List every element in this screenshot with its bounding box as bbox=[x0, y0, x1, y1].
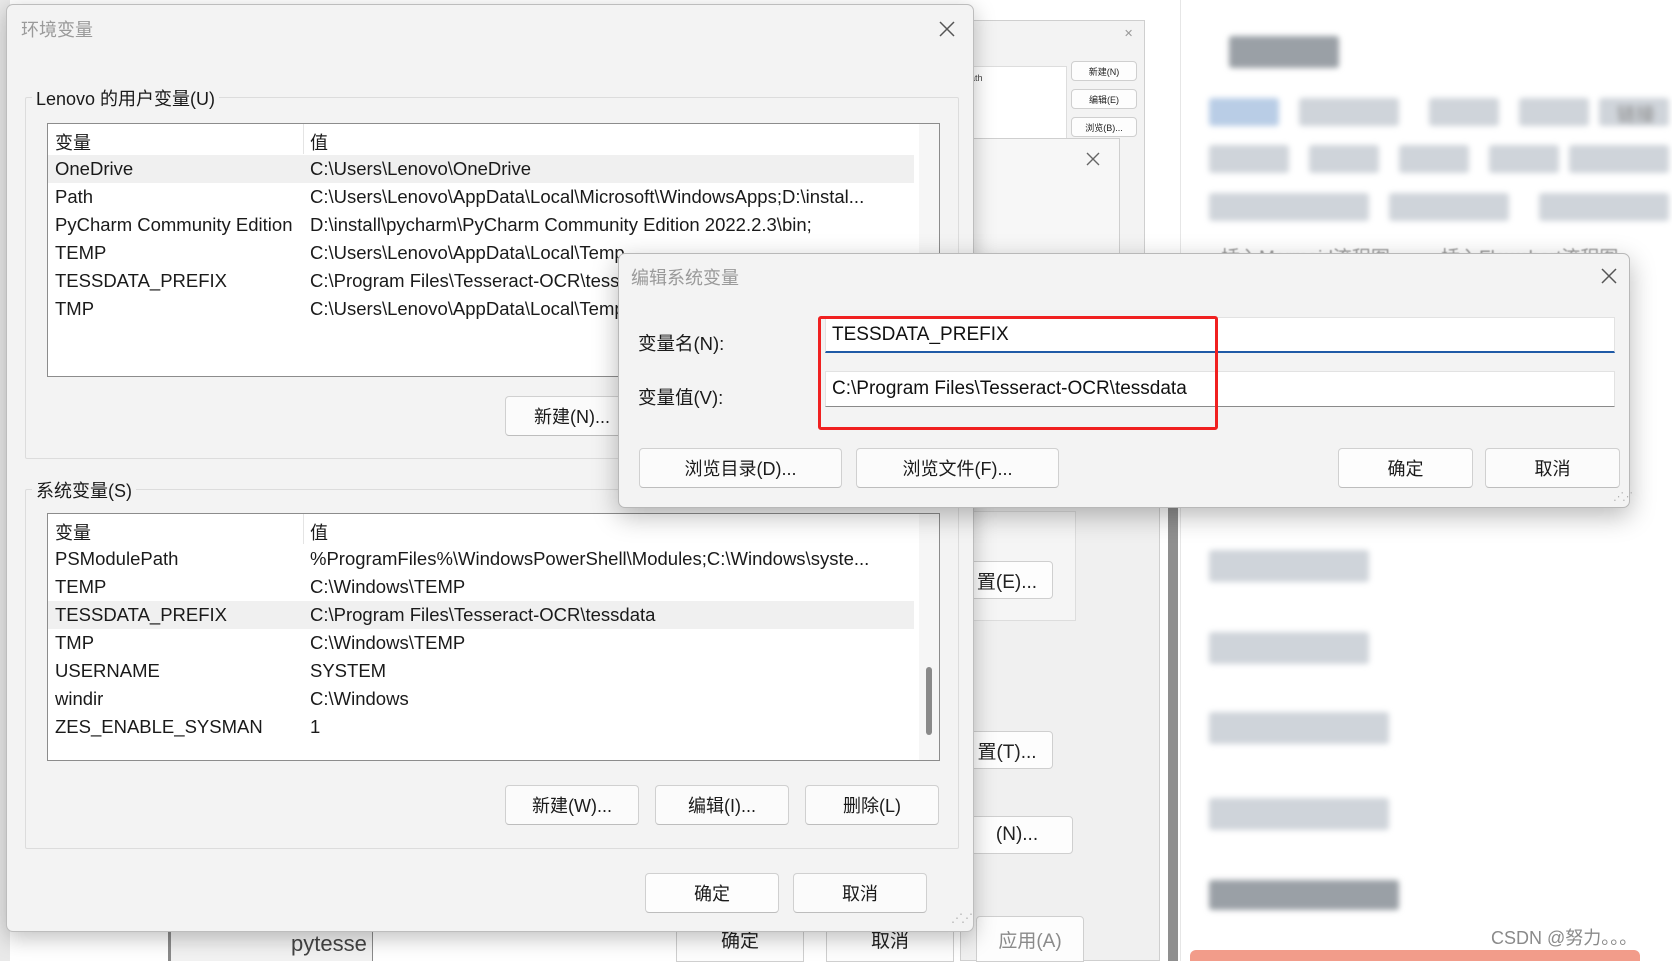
red-highlight-box bbox=[818, 316, 1218, 430]
column-header-value[interactable]: 值 bbox=[310, 129, 328, 155]
background-dialog-window bbox=[970, 138, 1120, 268]
background-system-properties-window: 置(E)... 置(T)... (N)... 确定 取消 应用(A) bbox=[676, 480, 1160, 962]
system-list-scrollbar[interactable] bbox=[919, 514, 939, 760]
system-new-button[interactable]: 新建(W)... bbox=[505, 785, 639, 825]
browse-directory-button[interactable]: 浏览目录(D)... bbox=[639, 448, 842, 488]
close-icon bbox=[1079, 145, 1107, 173]
system-delete-button[interactable]: 删除(L) bbox=[805, 785, 939, 825]
background-settings-button-env: 置(E)... bbox=[961, 561, 1053, 599]
system-variable-row-selected[interactable]: TESSDATA_PREFIX C:\Program Files\Tessera… bbox=[48, 601, 914, 629]
background-apply-button: 应用(A) bbox=[976, 916, 1084, 962]
background-red-bar bbox=[1190, 950, 1640, 961]
scrollbar-thumb[interactable] bbox=[926, 667, 932, 735]
edit-dialog-title: 编辑系统变量 bbox=[631, 268, 739, 288]
variable-name-label: 变量名(N): bbox=[638, 333, 725, 354]
variable-value-label: 变量值(V): bbox=[638, 387, 724, 408]
system-edit-button[interactable]: 编辑(I)... bbox=[655, 785, 789, 825]
resize-grip-icon[interactable]: ⋰⋰ bbox=[951, 911, 973, 925]
browse-file-button[interactable]: 浏览文件(F)... bbox=[856, 448, 1059, 488]
cancel-button[interactable]: 取消 bbox=[793, 873, 927, 913]
background-edit-button: 编辑(E) bbox=[1071, 89, 1137, 109]
user-variables-group-label: Lenovo 的用户变量(U) bbox=[32, 85, 220, 111]
background-settings-button-n: (N)... bbox=[961, 816, 1073, 854]
background-taskbar-text: pytesse bbox=[291, 931, 367, 956]
user-variable-row[interactable]: OneDrive C:\Users\Lenovo\OneDrive bbox=[48, 155, 914, 183]
background-new-button: 新建(N) bbox=[1071, 61, 1137, 81]
ok-button[interactable]: 确定 bbox=[645, 873, 779, 913]
resize-grip-icon[interactable]: ⋰⋰ bbox=[1613, 490, 1633, 503]
edit-system-variable-dialog: 编辑系统变量 变量名(N): 变量值(V): 浏览目录(D)... 浏览文件(F… bbox=[618, 253, 1633, 508]
background-browse-button: 浏览(B)... bbox=[1071, 117, 1137, 137]
blurred-heading bbox=[1229, 36, 1339, 68]
csdn-watermark: CSDN @努力。。。 bbox=[1491, 928, 1638, 948]
dialog-title: 环境变量 bbox=[21, 20, 93, 40]
column-header-name[interactable]: 变量 bbox=[55, 519, 91, 545]
close-icon[interactable] bbox=[1595, 262, 1623, 290]
right-link-text: 链接 bbox=[1617, 105, 1656, 126]
column-header-name[interactable]: 变量 bbox=[55, 129, 91, 155]
background-divider bbox=[1168, 480, 1178, 961]
list-header: 变量 值 bbox=[48, 124, 939, 154]
list-header: 变量 值 bbox=[48, 514, 939, 544]
column-header-value[interactable]: 值 bbox=[310, 519, 328, 545]
edit-cancel-button[interactable]: 取消 bbox=[1485, 448, 1620, 488]
background-settings-button-t: 置(T)... bbox=[961, 731, 1053, 769]
close-icon[interactable] bbox=[933, 15, 961, 43]
background-close-icon: ✕ bbox=[1124, 28, 1134, 40]
system-variables-group-label: 系统变量(S) bbox=[32, 477, 136, 503]
system-variables-list[interactable]: 变量 值 PSModulePath %ProgramFiles%\Windows… bbox=[47, 513, 940, 761]
edit-ok-button[interactable]: 确定 bbox=[1338, 448, 1473, 488]
